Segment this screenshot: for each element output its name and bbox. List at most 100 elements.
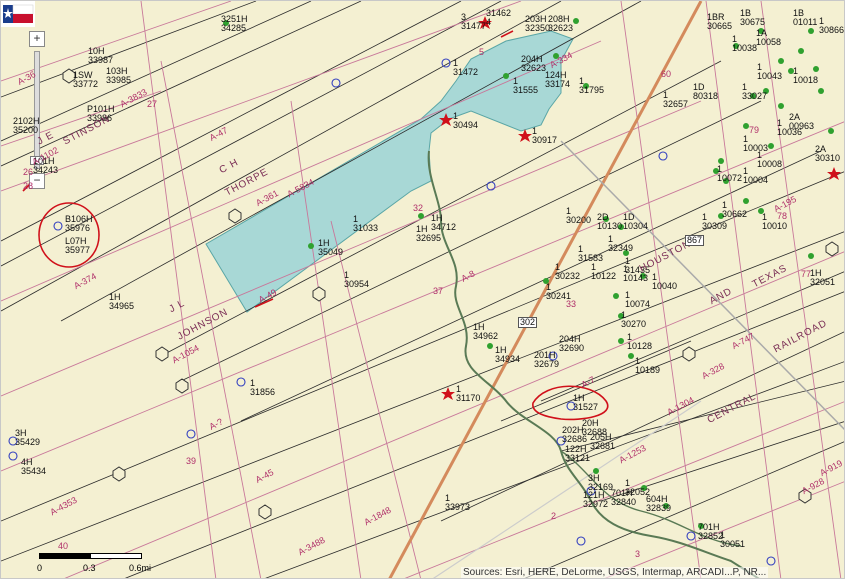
- well-api: 10058: [756, 37, 782, 47]
- well-label[interactable]: 1 31170: [456, 385, 480, 403]
- well-label[interactable]: 1 30917: [532, 127, 557, 145]
- well-label[interactable]: 1 33027: [742, 83, 767, 101]
- well-label[interactable]: 122H 33121: [565, 445, 590, 463]
- well-label[interactable]: 103H 33985: [106, 67, 131, 85]
- well-label[interactable]: 121H 32972: [583, 491, 608, 509]
- well-label[interactable]: 1 10004: [743, 167, 768, 185]
- well-label[interactable]: 1 10043: [757, 63, 782, 81]
- well-label[interactable]: 202H 32686: [562, 426, 587, 444]
- well-api: 32840: [611, 497, 637, 507]
- zoom-in-button[interactable]: +: [29, 31, 45, 47]
- well-label[interactable]: 1 30232: [555, 263, 580, 281]
- well-api: 30866: [819, 25, 845, 35]
- well-label[interactable]: 3251H 34285: [221, 15, 248, 33]
- well-label[interactable]: 203H 32350: [525, 15, 550, 33]
- well-label[interactable]: 1 30866: [819, 17, 844, 35]
- well-label[interactable]: 124H 33174: [545, 71, 570, 89]
- well-label[interactable]: 1 10018: [793, 67, 818, 85]
- well-label[interactable]: 701H 32840: [611, 489, 636, 507]
- well-api: 30200: [566, 215, 592, 225]
- well-api: 31555: [513, 85, 539, 95]
- well-label[interactable]: 1H 32695: [416, 225, 441, 243]
- well-label[interactable]: 1H 34934: [495, 346, 520, 364]
- well-api: 01011: [793, 17, 818, 27]
- well-label[interactable]: 1 30309: [702, 213, 727, 231]
- well-label[interactable]: 1 10072: [717, 165, 742, 183]
- well-label[interactable]: 3 31477: [461, 13, 486, 31]
- well-api: 34962: [473, 331, 499, 341]
- tract-label: 26: [23, 167, 34, 177]
- well-api: 35434: [21, 466, 47, 476]
- well-label[interactable]: 3H 35429: [15, 429, 40, 447]
- well-label[interactable]: 201H 32679: [534, 351, 559, 369]
- well-label[interactable]: 1 32657: [663, 91, 688, 109]
- well-label[interactable]: 1H 32051: [810, 269, 835, 287]
- well-api: 30675: [740, 17, 766, 27]
- well-label[interactable]: 1A 10058: [756, 29, 781, 47]
- well-label[interactable]: 1B 30675: [740, 9, 765, 27]
- well-api: 33987: [88, 55, 114, 65]
- well-label[interactable]: 4H 35434: [21, 458, 46, 476]
- well-label[interactable]: 1 10122: [591, 263, 616, 281]
- well-label[interactable]: 1 30494: [453, 112, 478, 130]
- map-canvas[interactable]: + − 3251H 34285 10H 33987 1SW 33772 103H 33985 P…: [0, 0, 845, 579]
- well-label[interactable]: 1 31555: [513, 77, 538, 95]
- well-label[interactable]: 204H 32623: [521, 55, 546, 73]
- well-label[interactable]: 1H 34962: [473, 323, 498, 341]
- well-label[interactable]: 204H 32690: [559, 335, 584, 353]
- tract-label: 32: [413, 203, 424, 213]
- well-label[interactable]: 1 10128: [627, 333, 652, 351]
- well-label[interactable]: 1 31856: [250, 379, 275, 397]
- well-label[interactable]: 1 33973: [445, 494, 470, 512]
- well-api: 31795: [579, 85, 605, 95]
- tract-label: 2: [551, 511, 557, 521]
- well-label[interactable]: 208H 32623: [548, 15, 573, 33]
- zoom-slider-track[interactable]: [30, 51, 44, 169]
- well-label[interactable]: 10H 33987: [88, 47, 113, 65]
- well-api: 33772: [73, 79, 99, 89]
- well-label[interactable]: 2D 10130: [597, 213, 622, 231]
- well-label[interactable]: 1 10074: [625, 291, 650, 309]
- well-label[interactable]: 1 30051: [720, 531, 745, 549]
- well-label[interactable]: 2A 00963: [789, 113, 814, 131]
- well-api: 32051: [810, 277, 836, 287]
- well-label[interactable]: 1H 35049: [318, 239, 343, 257]
- well-label[interactable]: 1H 34965: [109, 293, 134, 311]
- tract-label: 79: [749, 125, 760, 135]
- well-label[interactable]: 1 31033: [353, 215, 378, 233]
- well-label[interactable]: 1 30954: [344, 271, 369, 289]
- well-label[interactable]: 1 30270: [621, 311, 646, 329]
- well-label[interactable]: 1BR 30665: [707, 13, 732, 31]
- well-label[interactable]: B106H 35976: [65, 215, 93, 233]
- well-api: 10018: [793, 75, 819, 85]
- well-api: 34965: [109, 301, 135, 311]
- well-api: 10122: [591, 271, 617, 281]
- well-api: 34934: [495, 354, 521, 364]
- rrc-logo: [1, 1, 35, 27]
- well-label[interactable]: 205H 32681: [590, 433, 615, 451]
- well-label[interactable]: 1 31472: [453, 59, 478, 77]
- well-api: 32623: [521, 63, 547, 73]
- well-label[interactable]: 1H 31527: [573, 394, 598, 412]
- well-label[interactable]: 1 32349: [608, 235, 633, 253]
- well-label[interactable]: 1D 10304: [623, 213, 648, 231]
- well-api: 10143: [623, 273, 649, 283]
- well-label[interactable]: 1D 80318: [693, 83, 718, 101]
- well-label[interactable]: 1 31583: [578, 245, 603, 263]
- well-label[interactable]: L07H 35977: [65, 237, 90, 255]
- well-label[interactable]: 1SW 33772: [73, 71, 98, 89]
- well-label[interactable]: 604H 32839: [646, 495, 671, 513]
- well-label[interactable]: 1 31795: [579, 77, 604, 95]
- well-label[interactable]: 2A 30310: [815, 145, 840, 163]
- well-label[interactable]: 1 30200: [566, 207, 591, 225]
- well-label[interactable]: 31462 4: [486, 9, 511, 27]
- well-api: 4: [486, 17, 492, 27]
- well-label[interactable]: 1 10038: [732, 35, 757, 53]
- well-label[interactable]: 1 10040: [652, 273, 677, 291]
- well-api: 30270: [621, 319, 647, 329]
- well-label[interactable]: 1 10189: [635, 357, 660, 375]
- well-label[interactable]: 1B 01011: [793, 9, 817, 27]
- well-api: 10072: [717, 173, 743, 183]
- well-api: 35200: [13, 125, 39, 135]
- well-label[interactable]: 2102H 35200: [13, 117, 40, 135]
